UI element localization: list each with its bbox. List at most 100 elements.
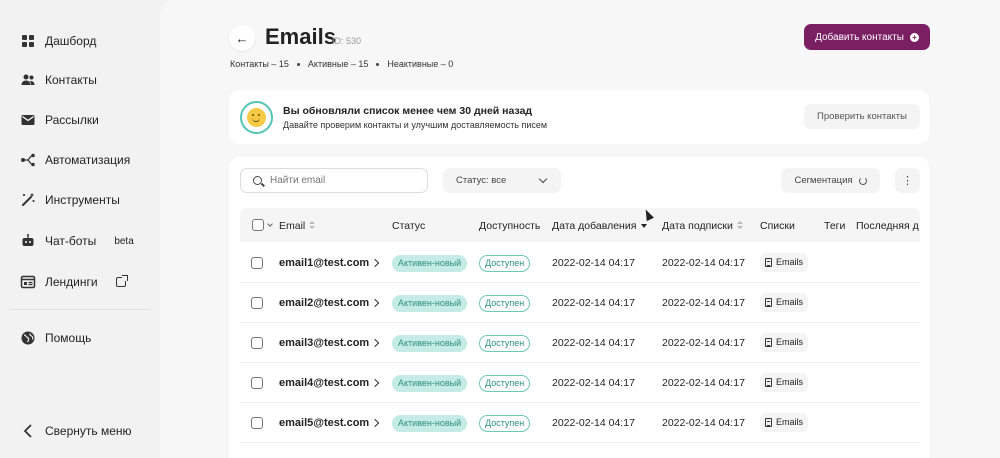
- list-chip[interactable]: Emails: [760, 413, 809, 432]
- globe-icon: [20, 330, 36, 346]
- row-checkbox[interactable]: [251, 377, 263, 389]
- sidebar-item-label: Инструменты: [45, 193, 120, 207]
- check-contacts-button[interactable]: Проверить контакты: [804, 104, 920, 129]
- status-filter-dropdown[interactable]: Статус: все: [443, 168, 561, 193]
- list-chip[interactable]: Emails: [760, 253, 809, 272]
- row-checkbox[interactable]: [251, 257, 263, 269]
- column-label: Дата добавления: [552, 220, 637, 232]
- landing-icon: [20, 274, 36, 290]
- mail-icon: [20, 112, 36, 128]
- row-date-added: 2022-02-14 04:17: [552, 337, 635, 349]
- column-date-subscribed[interactable]: Дата подписки: [662, 220, 743, 232]
- row-date-added: 2022-02-14 04:17: [552, 377, 635, 389]
- list-name: Emails: [776, 257, 804, 267]
- add-contacts-label: Добавить контакты: [815, 31, 904, 43]
- row-checkbox[interactable]: [251, 417, 263, 429]
- external-link-icon[interactable]: [115, 275, 128, 287]
- table-row[interactable]: email1@test.com Активен-новый Доступен 2…: [240, 243, 920, 283]
- column-tags[interactable]: Теги: [824, 220, 845, 232]
- sidebar-item-chatbots[interactable]: Чат-боты beta: [20, 229, 134, 253]
- availability-badge: Доступен: [479, 255, 531, 272]
- list-name: Emails: [776, 417, 804, 427]
- sidebar-item-contacts[interactable]: Контакты: [20, 68, 97, 92]
- search-field[interactable]: [240, 168, 428, 193]
- row-email[interactable]: email4@test.com: [279, 377, 369, 389]
- row-checkbox[interactable]: [251, 297, 263, 309]
- row-email[interactable]: email3@test.com: [279, 337, 369, 349]
- row-checkbox[interactable]: [251, 337, 263, 349]
- chevron-right-icon[interactable]: [370, 258, 380, 268]
- availability-badge: Доступен: [479, 295, 531, 312]
- back-button[interactable]: ←: [229, 25, 255, 51]
- status-badge: Активен-новый: [392, 295, 468, 312]
- chevron-right-icon[interactable]: [370, 418, 380, 428]
- table-row[interactable]: email5@test.com Активен-новый Доступен 2…: [240, 403, 920, 443]
- separator-dot: [376, 62, 380, 66]
- table-header: Email Статус Доступность Дата добавления…: [240, 208, 920, 242]
- table-row[interactable]: email4@test.com Активен-новый Доступен 2…: [240, 363, 920, 403]
- help-label: Помощь: [45, 331, 92, 345]
- add-contacts-button[interactable]: Добавить контакты +: [804, 24, 930, 50]
- row-date-subscribed: 2022-02-14 04:17: [662, 257, 745, 269]
- row-date-added: 2022-02-14 04:17: [552, 257, 635, 269]
- column-availability[interactable]: Доступность: [479, 220, 540, 232]
- sidebar-item-dashboard[interactable]: Дашборд: [20, 29, 96, 53]
- select-all-checkbox[interactable]: [252, 219, 264, 231]
- stat-inactive: Неактивные – 0: [387, 59, 454, 69]
- column-date-added[interactable]: Дата добавления: [552, 220, 648, 232]
- sidebar-item-tools[interactable]: Инструменты: [20, 188, 120, 212]
- search-input[interactable]: [270, 175, 420, 186]
- document-icon: [765, 338, 772, 347]
- list-chip[interactable]: Emails: [760, 373, 809, 392]
- segmentation-button[interactable]: Сегментация: [781, 168, 880, 193]
- chevron-right-icon[interactable]: [370, 298, 380, 308]
- column-label: Email: [279, 220, 306, 232]
- sidebar-item-automation[interactable]: Автоматизация: [20, 148, 130, 172]
- list-chip[interactable]: Emails: [760, 293, 809, 312]
- availability-badge: Доступен: [479, 335, 531, 352]
- chevron-right-icon[interactable]: [370, 378, 380, 388]
- row-email[interactable]: email1@test.com: [279, 257, 369, 269]
- sidebar-item-mailings[interactable]: Рассылки: [20, 108, 99, 132]
- table-row[interactable]: email2@test.com Активен-новый Доступен 2…: [240, 283, 920, 323]
- chevron-down-icon: [538, 174, 548, 184]
- chevron-left-icon: [20, 423, 36, 439]
- document-icon: [765, 418, 772, 427]
- column-last[interactable]: Последняя д: [856, 220, 919, 232]
- availability-badge: Доступен: [479, 415, 531, 432]
- row-date-subscribed: 2022-02-14 04:17: [662, 377, 745, 389]
- arrow-left-icon: ←: [235, 30, 249, 46]
- status-badge: Активен-новый: [392, 375, 468, 392]
- row-date-subscribed: 2022-02-14 04:17: [662, 417, 745, 429]
- sidebar-item-label: Лендинги: [45, 275, 98, 289]
- list-chip[interactable]: Emails: [760, 333, 809, 352]
- sidebar: Дашборд Контакты Рассылки Автоматизация …: [0, 0, 160, 458]
- column-lists[interactable]: Списки: [760, 220, 795, 232]
- column-status[interactable]: Статус: [392, 220, 425, 232]
- caret-down-icon[interactable]: [267, 221, 273, 227]
- sidebar-item-help[interactable]: Помощь: [20, 326, 91, 350]
- document-icon: [765, 298, 772, 307]
- column-email[interactable]: Email: [279, 220, 316, 232]
- collapse-menu[interactable]: Свернуть меню: [20, 419, 132, 443]
- wand-icon: [20, 192, 36, 208]
- list-id: ID: 530: [332, 36, 362, 46]
- chevron-right-icon[interactable]: [370, 338, 380, 348]
- document-icon: [765, 258, 772, 267]
- sidebar-item-label: Дашборд: [45, 34, 97, 48]
- sidebar-item-label: Чат-боты: [45, 234, 97, 248]
- row-date-added: 2022-02-14 04:17: [552, 297, 635, 309]
- row-date-subscribed: 2022-02-14 04:17: [662, 337, 745, 349]
- table-row[interactable]: email3@test.com Активен-новый Доступен 2…: [240, 323, 920, 363]
- separator-dot: [296, 62, 300, 66]
- search-icon: [253, 176, 262, 185]
- row-date-subscribed: 2022-02-14 04:17: [662, 297, 745, 309]
- more-options-button[interactable]: ⋮: [895, 168, 920, 193]
- status-badge: Активен-новый: [392, 335, 468, 352]
- list-stats: Контакты – 15 Активные – 15 Неактивные –…: [230, 59, 453, 69]
- sidebar-item-landings[interactable]: Лендинги: [20, 270, 128, 294]
- collapse-menu-label: Свернуть меню: [45, 424, 132, 438]
- row-email[interactable]: email5@test.com: [279, 417, 369, 429]
- row-email[interactable]: email2@test.com: [279, 297, 369, 309]
- column-label: Дата подписки: [662, 220, 733, 232]
